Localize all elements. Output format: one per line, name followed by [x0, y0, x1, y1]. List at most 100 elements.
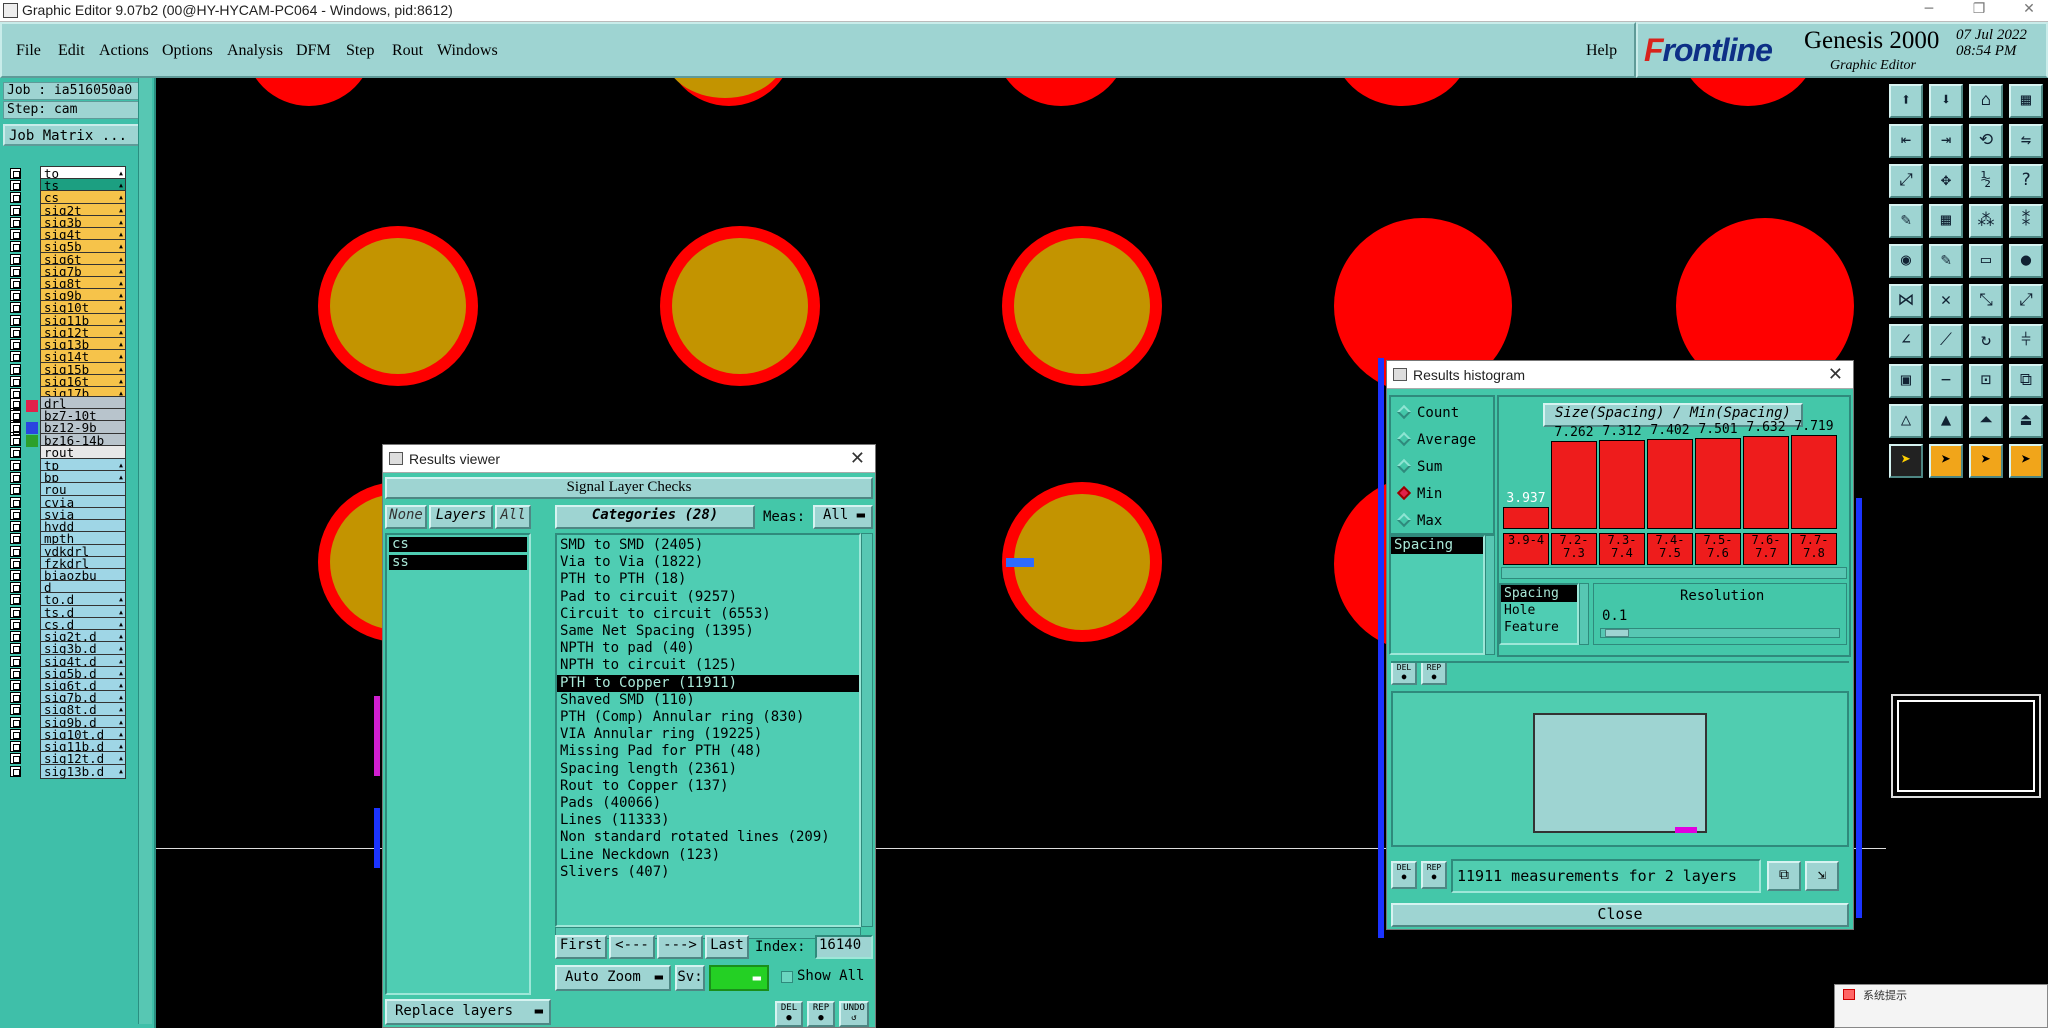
split-icon[interactable]: ⫩	[2009, 324, 2043, 358]
menu-rout[interactable]: Rout	[392, 42, 423, 60]
repair-icon[interactable]: REP ●	[1421, 661, 1447, 685]
layer-list[interactable]: cs ss	[385, 533, 531, 995]
pointer-icon[interactable]: ➤	[1889, 444, 1923, 478]
first-button[interactable]: First	[555, 935, 607, 959]
pointer2-icon[interactable]: ➤	[1929, 444, 1963, 478]
pointer4-icon[interactable]: ➤	[2009, 444, 2043, 478]
category-item[interactable]: Lines (11333)	[557, 812, 859, 829]
layer-list-item[interactable]: cs	[389, 537, 527, 552]
section-title[interactable]: Signal Layer Checks	[385, 477, 873, 499]
categories-button[interactable]: Categories (28)	[555, 505, 755, 529]
histogram-scrollbar[interactable]	[1501, 567, 1847, 579]
arc-icon[interactable]: ↻	[1969, 324, 2003, 358]
scale-icon[interactable]: ½	[1969, 164, 2003, 198]
overview-map[interactable]	[1891, 694, 2041, 798]
option-sum-radio[interactable]: Sum	[1396, 458, 1442, 475]
category-item[interactable]: VIA Annular ring (19225)	[557, 726, 859, 743]
category-item[interactable]: Same Net Spacing (1395)	[557, 623, 859, 640]
zoom-fit-icon[interactable]: ⤢	[1889, 164, 1923, 198]
category-item[interactable]: Circuit to circuit (6553)	[557, 606, 859, 623]
pointer3-icon[interactable]: ➤	[1969, 444, 2003, 478]
measure-scrollbar[interactable]	[1485, 535, 1495, 655]
pan-icon[interactable]: ✥	[1929, 164, 1963, 198]
mirror-icon[interactable]: ⇋	[2009, 124, 2043, 158]
category-item[interactable]: Line Neckdown (123)	[557, 847, 859, 864]
type-item[interactable]: Feature	[1501, 619, 1577, 636]
all-button[interactable]: All	[495, 505, 531, 529]
histogram-bar[interactable]	[1791, 435, 1837, 529]
replace-layers-select[interactable]: Replace layers ▬	[385, 999, 551, 1025]
type-item[interactable]: Hole	[1501, 602, 1577, 619]
layer-checkbox[interactable]	[10, 446, 21, 458]
menu-dfm[interactable]: DFM	[296, 42, 331, 60]
option-min-radio[interactable]: Min	[1396, 485, 1442, 502]
delete-icon[interactable]: DEL ●	[775, 1001, 803, 1027]
histogram-bar[interactable]	[1647, 439, 1693, 529]
layers-button[interactable]: Layers	[429, 505, 493, 529]
menu-help[interactable]: Help	[1586, 42, 1617, 60]
rotate-icon[interactable]: ⟲	[1969, 124, 2003, 158]
category-item[interactable]: Pad to circuit (9257)	[557, 589, 859, 606]
layer-context-arrow[interactable]: ▴	[118, 765, 124, 778]
layer-name[interactable]: sig13b.d ▴	[40, 763, 126, 779]
node2-icon[interactable]: ⤢	[2009, 284, 2043, 318]
slash-icon[interactable]: ⟋	[1929, 324, 1963, 358]
triangle2-icon[interactable]: ▲	[1929, 404, 1963, 438]
measure-icon[interactable]: ✎	[1889, 204, 1923, 238]
prev-button[interactable]: <---	[609, 935, 655, 959]
close-button[interactable]: Close	[1391, 903, 1849, 927]
category-item[interactable]: NPTH to circuit (125)	[557, 657, 859, 674]
option-max-radio[interactable]: Max	[1396, 512, 1442, 529]
category-item[interactable]: Spacing length (2361)	[557, 761, 859, 778]
delete-icon[interactable]: DEL ●	[1391, 861, 1417, 889]
grid-icon[interactable]: ▦	[1929, 204, 1963, 238]
close-window-button[interactable]: ✕	[2012, 1, 2046, 21]
category-item[interactable]: Missing Pad for PTH (48)	[557, 743, 859, 760]
cross-icon[interactable]: ✕	[1929, 284, 1963, 318]
type-list[interactable]: Spacing Hole Feature	[1499, 583, 1579, 645]
drill-icon[interactable]: ◉	[1889, 244, 1923, 278]
layer-scrollbar[interactable]	[138, 78, 152, 1024]
line-icon[interactable]: ▭	[1969, 244, 2003, 278]
restore-button[interactable]: ❐	[1962, 1, 1996, 21]
none-button[interactable]: None	[385, 505, 427, 529]
home-icon[interactable]: ⌂	[1969, 84, 2003, 118]
auto-zoom-select[interactable]: Auto Zoom ▬	[555, 965, 671, 991]
menu-options[interactable]: Options	[162, 42, 213, 60]
triangle3-icon[interactable]: ⏶	[1969, 404, 2003, 438]
histogram-bar[interactable]	[1695, 438, 1741, 529]
index-input[interactable]: 16140	[815, 935, 873, 959]
last-button[interactable]: Last	[705, 935, 749, 959]
menu-file[interactable]: File	[16, 42, 41, 60]
menu-step[interactable]: Step	[346, 42, 374, 60]
category-list[interactable]: SMD to SMD (2405) Via to Via (1822) PTH to…	[555, 533, 861, 927]
delete-icon[interactable]: DEL ●	[1391, 661, 1417, 685]
layout-icon[interactable]: ▦	[2009, 84, 2043, 118]
category-item[interactable]: Shaved SMD (110)	[557, 692, 859, 709]
group-icon[interactable]: ⧉	[2009, 364, 2043, 398]
measure-item-spacing[interactable]: Spacing	[1391, 537, 1483, 555]
layer-row[interactable]: sig13b.d ▴	[4, 763, 126, 780]
type-item[interactable]: Spacing	[1501, 585, 1577, 602]
minus-icon[interactable]: −	[1929, 364, 1963, 398]
histogram-bar[interactable]	[1551, 441, 1597, 529]
close-icon[interactable]: ✕	[850, 448, 865, 469]
category-item[interactable]: Non standard rotated lines (209)	[557, 829, 859, 846]
triangle4-icon[interactable]: ⏏	[2009, 404, 2043, 438]
category-item[interactable]: PTH (Comp) Annular ring (830)	[557, 709, 859, 726]
menu-actions[interactable]: Actions	[99, 42, 149, 60]
category-item[interactable]: NPTH to pad (40)	[557, 640, 859, 657]
category-item[interactable]: PTH to Copper (11911)	[557, 674, 859, 692]
node-icon[interactable]: ⤡	[1969, 284, 2003, 318]
category-item[interactable]: Slivers (407)	[557, 864, 859, 881]
category-scrollbar[interactable]	[861, 533, 873, 927]
snap-icon[interactable]: ⁂	[1969, 204, 2003, 238]
move-left-icon[interactable]: ⇤	[1889, 124, 1923, 158]
box-icon[interactable]: ⊡	[1969, 364, 2003, 398]
minimize-button[interactable]: ─	[1912, 1, 1946, 21]
menu-analysis[interactable]: Analysis	[227, 42, 283, 60]
histogram-bar[interactable]	[1599, 440, 1645, 529]
show-all-checkbox[interactable]	[781, 971, 793, 983]
option-count-radio[interactable]: Count	[1396, 404, 1459, 421]
angle-icon[interactable]: ∠	[1889, 324, 1923, 358]
